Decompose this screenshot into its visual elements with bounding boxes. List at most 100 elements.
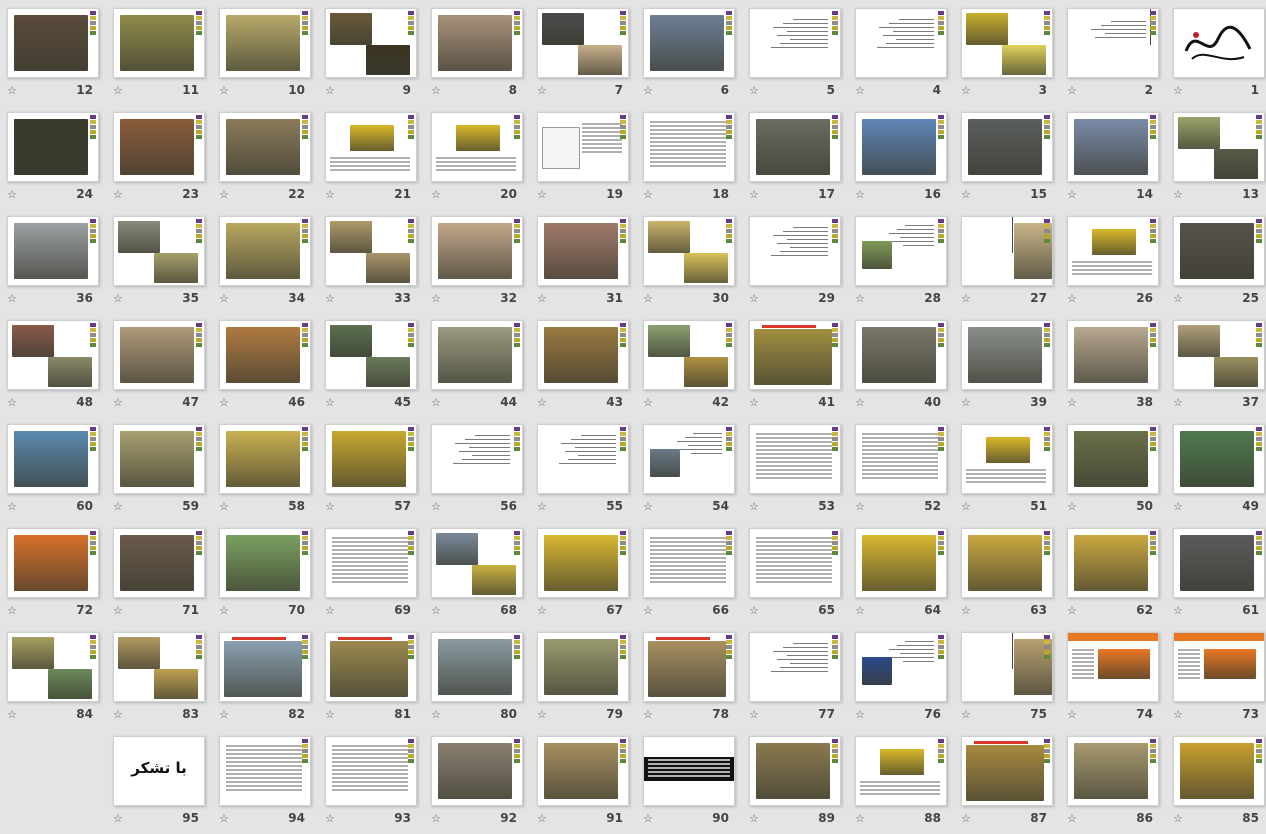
slide-star-icon[interactable]: ☆ xyxy=(431,84,445,98)
slide-thumbnail-49[interactable]: ☆ 49 xyxy=(1171,420,1266,516)
slide-preview[interactable] xyxy=(855,632,947,702)
slide-preview[interactable] xyxy=(219,424,311,494)
slide-thumbnail-27[interactable]: ☆ 27 xyxy=(959,212,1055,308)
slide-thumbnail-67[interactable]: ☆ 67 xyxy=(535,524,631,620)
slide-star-icon[interactable]: ☆ xyxy=(1173,604,1187,618)
slide-thumbnail-42[interactable]: ☆ 42 xyxy=(641,316,737,412)
slide-thumbnail-6[interactable]: ☆ 6 xyxy=(641,4,737,100)
slide-preview[interactable] xyxy=(855,736,947,806)
slide-thumbnail-72[interactable]: ☆ 72 xyxy=(5,524,101,620)
slide-preview[interactable] xyxy=(749,8,841,78)
slide-star-icon[interactable]: ☆ xyxy=(643,604,657,618)
slide-star-icon[interactable]: ☆ xyxy=(1067,292,1081,306)
slide-thumbnail-75[interactable]: ☆ 75 xyxy=(959,628,1055,724)
slide-preview[interactable] xyxy=(1173,424,1265,494)
slide-star-icon[interactable]: ☆ xyxy=(219,708,233,722)
slide-thumbnail-31[interactable]: ☆ 31 xyxy=(535,212,631,308)
slide-star-icon[interactable]: ☆ xyxy=(749,812,763,826)
slide-preview[interactable] xyxy=(855,528,947,598)
slide-preview[interactable] xyxy=(7,216,99,286)
slide-preview[interactable] xyxy=(1173,112,1265,182)
slide-star-icon[interactable]: ☆ xyxy=(431,812,445,826)
slide-thumbnail-71[interactable]: ☆ 71 xyxy=(111,524,207,620)
slide-star-icon[interactable]: ☆ xyxy=(855,84,869,98)
slide-preview[interactable] xyxy=(855,8,947,78)
slide-star-icon[interactable]: ☆ xyxy=(643,84,657,98)
slide-preview[interactable] xyxy=(325,632,417,702)
slide-star-icon[interactable]: ☆ xyxy=(643,292,657,306)
slide-thumbnail-60[interactable]: ☆ 60 xyxy=(5,420,101,516)
slide-thumbnail-53[interactable]: ☆ 53 xyxy=(747,420,843,516)
slide-thumbnail-52[interactable]: ☆ 52 xyxy=(853,420,949,516)
slide-preview[interactable] xyxy=(749,320,841,390)
slide-thumbnail-34[interactable]: ☆ 34 xyxy=(217,212,313,308)
slide-preview[interactable] xyxy=(219,112,311,182)
slide-preview[interactable] xyxy=(1067,528,1159,598)
slide-thumbnail-87[interactable]: ☆ 87 xyxy=(959,732,1055,828)
slide-star-icon[interactable]: ☆ xyxy=(219,396,233,410)
slide-preview[interactable] xyxy=(749,528,841,598)
slide-thumbnail-12[interactable]: ☆ 12 xyxy=(5,4,101,100)
slide-star-icon[interactable]: ☆ xyxy=(537,812,551,826)
slide-thumbnail-8[interactable]: ☆ 8 xyxy=(429,4,525,100)
slide-star-icon[interactable]: ☆ xyxy=(431,188,445,202)
slide-star-icon[interactable]: ☆ xyxy=(1173,708,1187,722)
slide-star-icon[interactable]: ☆ xyxy=(1067,396,1081,410)
slide-thumbnail-29[interactable]: ☆ 29 xyxy=(747,212,843,308)
slide-star-icon[interactable]: ☆ xyxy=(113,396,127,410)
slide-thumbnail-73[interactable]: ☆ 73 xyxy=(1171,628,1266,724)
slide-thumbnail-30[interactable]: ☆ 30 xyxy=(641,212,737,308)
slide-preview[interactable] xyxy=(1173,320,1265,390)
slide-thumbnail-92[interactable]: ☆ 92 xyxy=(429,732,525,828)
slide-star-icon[interactable]: ☆ xyxy=(113,604,127,618)
slide-preview[interactable] xyxy=(325,216,417,286)
slide-thumbnail-11[interactable]: ☆ 11 xyxy=(111,4,207,100)
slide-thumbnail-85[interactable]: ☆ 85 xyxy=(1171,732,1266,828)
slide-star-icon[interactable]: ☆ xyxy=(325,188,339,202)
slide-thumbnail-65[interactable]: ☆ 65 xyxy=(747,524,843,620)
slide-star-icon[interactable]: ☆ xyxy=(219,292,233,306)
slide-star-icon[interactable]: ☆ xyxy=(1067,812,1081,826)
slide-thumbnail-41[interactable]: ☆ 41 xyxy=(747,316,843,412)
slide-thumbnail-32[interactable]: ☆ 32 xyxy=(429,212,525,308)
slide-star-icon[interactable]: ☆ xyxy=(325,500,339,514)
slide-star-icon[interactable]: ☆ xyxy=(643,396,657,410)
slide-thumbnail-76[interactable]: ☆ 76 xyxy=(853,628,949,724)
slide-preview[interactable] xyxy=(537,736,629,806)
slide-star-icon[interactable]: ☆ xyxy=(7,84,21,98)
slide-preview[interactable] xyxy=(537,216,629,286)
slide-preview[interactable] xyxy=(1067,320,1159,390)
slide-preview[interactable] xyxy=(961,8,1053,78)
slide-star-icon[interactable]: ☆ xyxy=(325,84,339,98)
slide-thumbnail-13[interactable]: ☆ 13 xyxy=(1171,108,1266,204)
slide-preview[interactable] xyxy=(1067,112,1159,182)
slide-preview[interactable] xyxy=(537,528,629,598)
slide-preview[interactable] xyxy=(961,112,1053,182)
slide-star-icon[interactable]: ☆ xyxy=(643,500,657,514)
slide-star-icon[interactable]: ☆ xyxy=(325,708,339,722)
slide-thumbnail-33[interactable]: ☆ 33 xyxy=(323,212,419,308)
slide-thumbnail-14[interactable]: ☆ 14 xyxy=(1065,108,1161,204)
slide-preview[interactable] xyxy=(325,8,417,78)
slide-star-icon[interactable]: ☆ xyxy=(1067,500,1081,514)
slide-star-icon[interactable]: ☆ xyxy=(961,396,975,410)
slide-star-icon[interactable]: ☆ xyxy=(7,604,21,618)
slide-star-icon[interactable]: ☆ xyxy=(1173,188,1187,202)
slide-star-icon[interactable]: ☆ xyxy=(643,188,657,202)
slide-preview[interactable] xyxy=(1067,8,1159,78)
slide-thumbnail-45[interactable]: ☆ 45 xyxy=(323,316,419,412)
slide-preview[interactable] xyxy=(113,320,205,390)
slide-thumbnail-86[interactable]: ☆ 86 xyxy=(1065,732,1161,828)
slide-preview[interactable] xyxy=(961,632,1053,702)
slide-thumbnail-26[interactable]: ☆ 26 xyxy=(1065,212,1161,308)
slide-thumbnail-15[interactable]: ☆ 15 xyxy=(959,108,1055,204)
slide-thumbnail-84[interactable]: ☆ 84 xyxy=(5,628,101,724)
slide-preview[interactable] xyxy=(1173,216,1265,286)
slide-thumbnail-4[interactable]: ☆ 4 xyxy=(853,4,949,100)
slide-preview[interactable] xyxy=(643,216,735,286)
slide-star-icon[interactable]: ☆ xyxy=(537,500,551,514)
slide-star-icon[interactable]: ☆ xyxy=(113,708,127,722)
slide-preview[interactable] xyxy=(219,736,311,806)
slide-star-icon[interactable]: ☆ xyxy=(325,604,339,618)
slide-star-icon[interactable]: ☆ xyxy=(961,500,975,514)
